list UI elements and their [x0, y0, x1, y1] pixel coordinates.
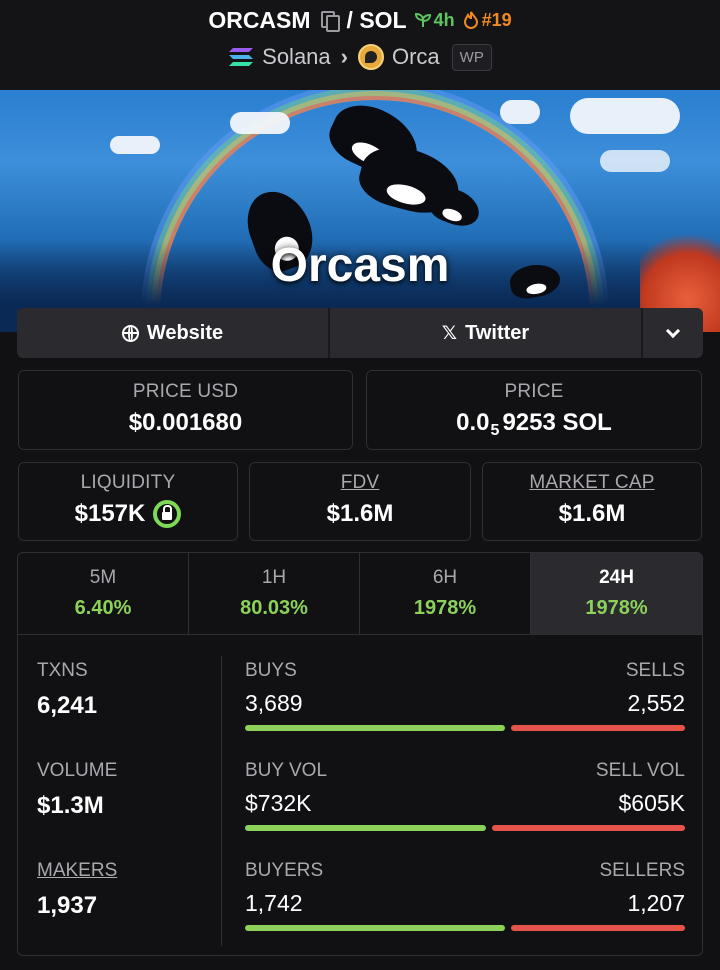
- website-button[interactable]: Website: [17, 308, 330, 358]
- sellers-value: 1,207: [627, 890, 685, 916]
- makers-label[interactable]: MAKERS: [37, 860, 117, 882]
- sell-vol-label: SELL VOL: [595, 760, 685, 781]
- liquidity-label: LIQUIDITY: [80, 472, 176, 493]
- price-usd-value: $0.001680: [128, 409, 243, 436]
- sellers-bar-fill: [511, 925, 685, 931]
- sell-vol-bar-fill: [491, 825, 685, 831]
- liquidity-lock-icon[interactable]: [153, 500, 182, 528]
- buy-vol-label: BUY VOL: [245, 760, 328, 781]
- globe-icon: [121, 324, 139, 342]
- sells-label: SELLS: [625, 660, 685, 681]
- buyers-label: BUYERS: [245, 860, 324, 881]
- buy-vol-value: $732K: [245, 790, 312, 816]
- buyers-sellers-bar: [245, 925, 685, 931]
- sellers-label: SELLERS: [599, 860, 685, 881]
- market-cap-card: MARKET CAP $1.6M: [482, 462, 702, 541]
- txn-metrics: TXNS 6,241 BUYS SELLS 3,689 2,552 VOLUME…: [18, 636, 702, 955]
- x-icon: 𝕏: [441, 322, 458, 344]
- twitter-label: Twitter: [465, 321, 530, 344]
- makers-value: 1,937: [37, 892, 98, 919]
- chevron-right-icon: ›: [340, 44, 348, 69]
- pair-age-badge: 4h: [414, 9, 455, 31]
- makers-row: MAKERS 1,937 BUYERS SELLERS 1,742 1,207: [18, 860, 702, 955]
- fdv-label[interactable]: FDV: [250, 472, 470, 494]
- buys-bar-fill: [245, 725, 506, 731]
- txns-value: 6,241: [37, 692, 98, 719]
- buys-sells-bar: [245, 725, 685, 731]
- dex-badge: WP: [451, 43, 492, 71]
- price-native-zero-count: 5: [490, 422, 500, 439]
- volume-value: $1.3M: [37, 792, 104, 819]
- price-native-card: PRICE 0.0 5 9253 SOL: [366, 370, 702, 450]
- tab-5m[interactable]: 5M 6.40%: [18, 553, 189, 634]
- flame-icon: [463, 11, 478, 29]
- market-cap-label[interactable]: MARKET CAP: [483, 472, 701, 494]
- pair-age: 4h: [433, 9, 455, 30]
- token-banner-image: Orcasm: [0, 90, 720, 332]
- price-native-rest: 9253 SOL: [502, 409, 612, 436]
- quote-symbol: / SOL: [346, 6, 407, 33]
- tab-1h[interactable]: 1H 80.03%: [189, 553, 360, 634]
- breadcrumb: Solana › Orca WP: [0, 40, 720, 74]
- txns-row: TXNS 6,241 BUYS SELLS 3,689 2,552: [18, 660, 702, 760]
- buyers-bar-fill: [245, 925, 506, 931]
- timeframe-tabs: 5M 6.40% 1H 80.03% 6H 1978% 24H 1978%: [18, 553, 702, 635]
- pair-header: ORCASM / SOL 4h #19 Solana › Orca WP: [0, 0, 720, 90]
- fdv-value: $1.6M: [326, 500, 394, 527]
- copy-icon[interactable]: [320, 11, 340, 32]
- sell-vol-value: $605K: [618, 790, 685, 816]
- trending-rank-badge[interactable]: #19: [463, 10, 512, 31]
- liquidity-value: $157K: [74, 500, 146, 527]
- price-usd-label: PRICE USD: [132, 381, 239, 402]
- token-symbol: ORCASM: [208, 6, 311, 33]
- sells-bar-fill: [511, 725, 685, 731]
- tab-24h[interactable]: 24H 1978%: [531, 553, 702, 634]
- fdv-card: FDV $1.6M: [249, 462, 471, 541]
- trending-rank: #19: [481, 9, 512, 30]
- orca-logo-icon: [357, 44, 384, 70]
- liquidity-card: LIQUIDITY $157K: [18, 462, 238, 541]
- dex-name[interactable]: Orca: [392, 44, 440, 70]
- volume-row: VOLUME $1.3M BUY VOL SELL VOL $732K $605…: [18, 760, 702, 860]
- txn-stats-panel: 5M 6.40% 1H 80.03% 6H 1978% 24H 1978% TX…: [17, 552, 703, 956]
- banner-title: Orcasm: [270, 239, 450, 292]
- twitter-button[interactable]: 𝕏 Twitter: [330, 308, 643, 358]
- chain-name[interactable]: Solana: [262, 44, 331, 70]
- market-cap-value: $1.6M: [558, 500, 626, 527]
- website-label: Website: [146, 321, 224, 344]
- more-links-button[interactable]: [643, 308, 703, 358]
- buys-value: 3,689: [245, 690, 303, 716]
- sprout-icon: [414, 12, 431, 27]
- buyers-value: 1,742: [245, 890, 303, 916]
- tab-6h[interactable]: 6H 1978%: [360, 553, 531, 634]
- social-links-bar: Website 𝕏 Twitter: [17, 308, 703, 358]
- price-native-value: 0.0 5 9253 SOL: [367, 409, 701, 439]
- solana-logo-icon: [229, 48, 254, 66]
- price-usd-card: PRICE USD $0.001680: [18, 370, 353, 450]
- price-native-label: PRICE: [504, 381, 564, 402]
- chevron-down-icon: [665, 323, 681, 338]
- pair-title-row: ORCASM / SOL 4h #19: [0, 6, 720, 34]
- buys-label: BUYS: [245, 660, 297, 681]
- sells-value: 2,552: [627, 690, 685, 716]
- buy-vol-bar-fill: [245, 825, 486, 831]
- price-native-prefix: 0.0: [456, 409, 490, 436]
- volume-label: VOLUME: [37, 760, 118, 781]
- txns-label: TXNS: [37, 660, 88, 681]
- buy-sell-vol-bar: [245, 825, 685, 831]
- liquidity-value-row: $157K: [19, 500, 237, 528]
